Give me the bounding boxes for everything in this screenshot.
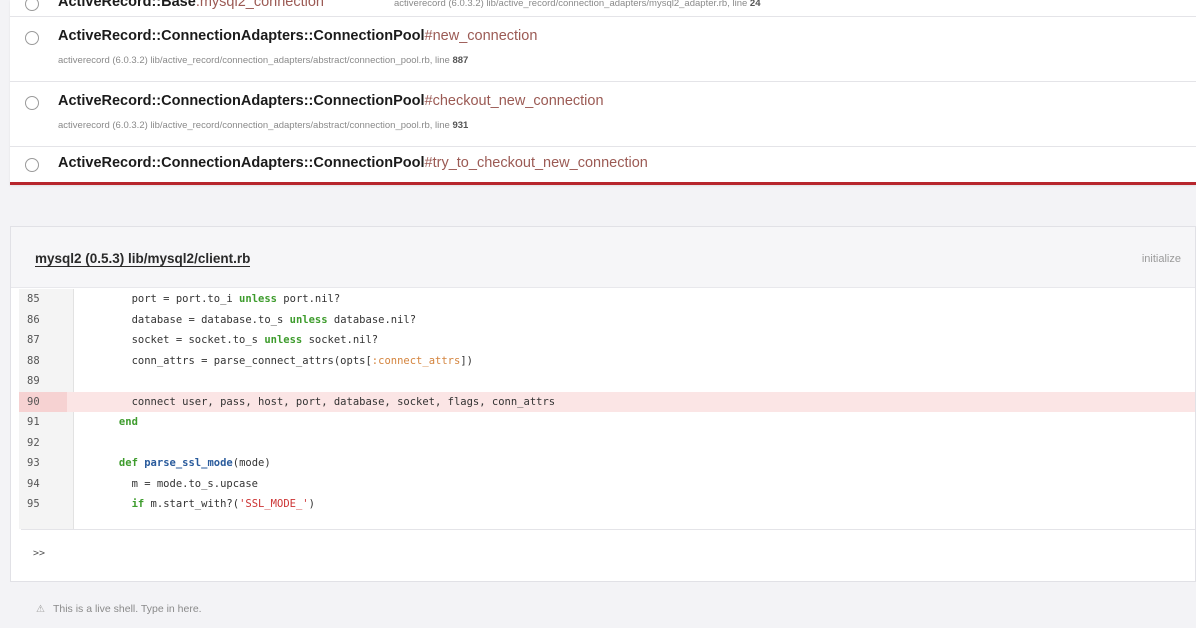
code-line: 93 def parse_ssl_mode(mode)	[19, 453, 1195, 474]
code-text: if m.start_with?('SSL_MODE_')	[81, 494, 315, 515]
code-text: m = mode.to_s.upcase	[81, 474, 258, 495]
code-token: socket = socket.to_s	[81, 334, 265, 346]
line-number: 92	[27, 436, 40, 449]
code-token: m.start_with?(	[144, 498, 240, 510]
code-line: 88 conn_attrs = parse_connect_attrs(opts…	[19, 351, 1195, 372]
code-line: 95 if m.start_with?('SSL_MODE_')	[19, 494, 1195, 515]
line-number: 85	[27, 293, 40, 305]
frame-class: ActiveRecord::ConnectionAdapters::Connec…	[58, 155, 425, 171]
code-keyword: def	[81, 457, 138, 469]
frame-title: ActiveRecord::ConnectionAdapters::Connec…	[58, 155, 648, 171]
source-file-link[interactable]: mysql2 (0.5.3) lib/mysql2/client.rb	[35, 251, 251, 267]
code-keyword: unless	[239, 293, 277, 305]
line-number: 91	[27, 416, 40, 428]
console-prompt: >>	[33, 548, 46, 559]
code-keyword: end	[81, 416, 138, 428]
line-number: 90	[19, 391, 67, 412]
code-line: 94 m = mode.to_s.upcase	[19, 474, 1195, 495]
code-token: database.nil?	[327, 313, 417, 326]
frame-class: ActiveRecord::Base	[58, 0, 196, 10]
code-token: conn_attrs = parse_connect_attrs(opts[	[81, 354, 372, 367]
line-number: 87	[27, 334, 40, 346]
frame-class: ActiveRecord::ConnectionAdapters::Connec…	[58, 28, 425, 44]
code-token: port = port.to_i	[81, 293, 240, 305]
frame-radio[interactable]	[25, 158, 39, 172]
code-keyword: unless	[289, 313, 328, 326]
code-text: def parse_ssl_mode(mode)	[81, 453, 271, 474]
code-function: parse_ssl_mode	[144, 457, 233, 469]
line-number: 94	[27, 477, 40, 490]
frame-location: activerecord (6.0.3.2) lib/active_record…	[58, 55, 468, 66]
frame-location: activerecord (6.0.3.2) lib/active_record…	[394, 0, 761, 9]
backtrace-list: ActiveRecord::Base.mysql2_connection act…	[10, 0, 1196, 185]
code-text: port = port.to_i unless port.nil?	[81, 289, 341, 310]
code-line: 91 end	[19, 412, 1195, 433]
frame-method: #checkout_new_connection	[424, 93, 604, 109]
code-symbol: :connect_attrs	[371, 354, 461, 367]
frame-path: activerecord (6.0.3.2) lib/active_record…	[394, 0, 748, 9]
console: >>	[21, 529, 1195, 578]
frame-item[interactable]: ActiveRecord::ConnectionAdapters::Connec…	[10, 82, 1196, 147]
code-text: socket = socket.to_s unless socket.nil?	[81, 330, 379, 351]
code-line: 89	[19, 371, 1195, 392]
frame-item[interactable]: ActiveRecord::Base.mysql2_connection act…	[10, 0, 1196, 17]
frame-location: activerecord (6.0.3.2) lib/active_record…	[58, 120, 468, 131]
console-input[interactable]	[57, 540, 1185, 570]
source-method-label: initialize	[1141, 253, 1181, 265]
code-token: ])	[460, 354, 473, 367]
code-text: end	[81, 412, 138, 433]
code-keyword: unless	[264, 334, 303, 346]
frame-line-number: 931	[452, 120, 469, 131]
frame-line-number: 24	[749, 0, 761, 9]
code-string: 'SSL_MODE_'	[239, 498, 309, 510]
code-token: database = database.to_s	[81, 313, 290, 326]
warning-icon: ⚠	[36, 604, 45, 615]
shell-hint: ⚠ This is a live shell. Type in here.	[36, 603, 202, 615]
line-number: 93	[27, 457, 40, 469]
code-token: port.nil?	[276, 293, 341, 305]
code-text: database = database.to_s unless database…	[81, 310, 417, 331]
code-text: conn_attrs = parse_connect_attrs(opts[:c…	[81, 351, 473, 372]
code-token: m = mode.to_s.upcase	[81, 477, 259, 490]
source-panel: mysql2 (0.5.3) lib/mysql2/client.rb init…	[10, 226, 1196, 582]
source-header: mysql2 (0.5.3) lib/mysql2/client.rb init…	[11, 227, 1195, 288]
code-line: 87 socket = socket.to_s unless socket.ni…	[19, 330, 1195, 351]
code-token: connect user, pass, host, port, database…	[81, 395, 556, 408]
frame-title: ActiveRecord::Base.mysql2_connection	[58, 0, 324, 10]
code-text: connect user, pass, host, port, database…	[81, 392, 556, 413]
frame-title: ActiveRecord::ConnectionAdapters::Connec…	[58, 28, 537, 44]
frame-radio[interactable]	[25, 96, 39, 110]
frame-title: ActiveRecord::ConnectionAdapters::Connec…	[58, 93, 604, 109]
frame-radio[interactable]	[25, 31, 39, 45]
frame-method: #try_to_checkout_new_connection	[424, 155, 648, 171]
line-number: 86	[27, 313, 40, 326]
frame-radio[interactable]	[25, 0, 39, 11]
code-token: (mode)	[232, 457, 271, 469]
frame-item[interactable]: ActiveRecord::ConnectionAdapters::Connec…	[10, 17, 1196, 82]
code-keyword: if	[131, 498, 145, 510]
code-line-highlighted: 90 connect user, pass, host, port, datab…	[19, 391, 1195, 413]
frame-path: activerecord (6.0.3.2) lib/active_record…	[58, 55, 450, 66]
frame-line-number: 887	[452, 55, 469, 66]
code-view: 85 port = port.to_i unless port.nil? 86 d…	[19, 289, 1195, 529]
frame-method: .mysql2_connection	[195, 0, 324, 10]
line-number: 95	[27, 498, 40, 510]
line-number: 89	[27, 375, 40, 387]
code-token: socket.nil?	[302, 334, 379, 346]
frame-method: #new_connection	[424, 28, 538, 44]
shell-hint-text: This is a live shell. Type in here.	[52, 603, 202, 615]
frame-class: ActiveRecord::ConnectionAdapters::Connec…	[58, 93, 425, 109]
code-line: 92	[19, 433, 1195, 454]
frame-item-selected[interactable]: ActiveRecord::ConnectionAdapters::Connec…	[10, 147, 1196, 182]
code-line: 86 database = database.to_s unless datab…	[19, 310, 1195, 331]
frame-path: activerecord (6.0.3.2) lib/active_record…	[58, 120, 450, 131]
line-number: 88	[27, 354, 40, 367]
code-line: 85 port = port.to_i unless port.nil?	[19, 289, 1195, 310]
code-token: )	[308, 498, 315, 510]
